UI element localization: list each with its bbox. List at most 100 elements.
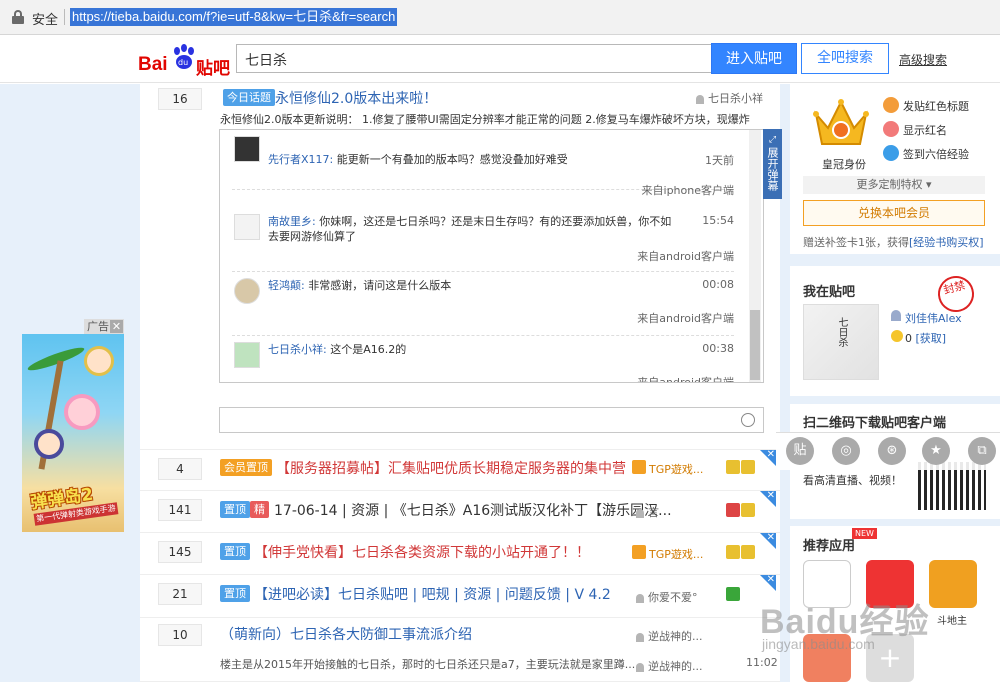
last-reply-author[interactable]: 逆战神的...	[636, 658, 703, 674]
app-label[interactable]: 斗地主	[937, 612, 967, 627]
thread-author[interactable]: 言	[636, 504, 659, 520]
thread-author[interactable]: 逆战神的...	[636, 628, 703, 644]
level-badge-icon	[726, 460, 740, 474]
pinned-tag: 置顶	[220, 543, 250, 560]
thread-title[interactable]: 【服务器招募帖】汇集贴吧优质长期稳定服务器的集中营	[276, 458, 626, 478]
reply-author[interactable]: 轻鸿颠:	[268, 279, 305, 292]
wechat-share-icon[interactable]: ◎	[832, 437, 860, 465]
user-icon	[636, 632, 644, 642]
reply-content: 能更新一个有叠加的版本吗？感觉没叠加好难受	[336, 153, 568, 166]
qr-description: 看高清直播、视频！	[803, 474, 902, 487]
crown-icon	[813, 99, 869, 145]
reply-author[interactable]: 先行者X117:	[268, 153, 333, 166]
thread-item: 141 置顶 精 17-06-14 | 资源 | 《七日杀》A16测试版汉化补丁…	[140, 490, 780, 533]
avatar[interactable]	[234, 278, 260, 304]
thread-title[interactable]: （萌新向）七日杀各大防御工事流派介绍	[220, 624, 472, 644]
user-icon	[891, 310, 901, 321]
reply-count: 16	[158, 88, 202, 110]
reply-text: 先行者X117: 能更新一个有叠加的版本吗？感觉没叠加好难受	[268, 152, 678, 167]
author-name: 言	[648, 506, 659, 519]
reply-item: 轻鸿颠: 非常感谢，请问这是什么版本 00:08 来自android客户端	[232, 272, 734, 336]
tieba-logo[interactable]: Bai du 贴吧	[138, 44, 230, 79]
avatar[interactable]	[234, 342, 260, 368]
thread-author[interactable]: TGP遊戏...	[649, 461, 703, 477]
thread-author[interactable]: 七日杀小祥	[696, 90, 763, 106]
author-name: 七日杀小祥	[708, 92, 763, 105]
reply-time: 15:54	[702, 214, 734, 227]
corner-close-icon[interactable]: ✕	[760, 532, 776, 549]
give-card-text: 赠送补签卡1张，获得[经验书购买权]	[803, 234, 984, 250]
corner-close-icon[interactable]: ✕	[760, 574, 776, 591]
more-permissions-button[interactable]: 更多定制特权 ▾	[803, 176, 985, 194]
perk-red-name: 显示红名	[903, 124, 947, 137]
thread-title[interactable]: 【进吧必读】七日杀贴吧 | 吧规 | 资源 | 问题反馈 | V 4.2	[254, 584, 611, 604]
buy-member-button[interactable]: 兑换本吧会员	[803, 200, 985, 226]
avatar[interactable]	[234, 214, 260, 240]
thread-title[interactable]: 永恒修仙2.0版本出来啦！	[275, 88, 437, 108]
tieba-share-icon[interactable]: 贴	[786, 437, 814, 465]
reply-input[interactable]	[219, 407, 764, 433]
reply-text: 七日杀小祥: 这个是A16.2的	[268, 342, 678, 357]
reply-author[interactable]: 七日杀小祥:	[268, 343, 327, 356]
reply-time: 00:38	[702, 342, 734, 355]
search-input[interactable]: 七日杀	[236, 44, 711, 73]
reply-source: 来自android客户端	[637, 376, 734, 383]
thread-title[interactable]: 【伸手党快看】七日杀各类资源下载的小站开通了！！	[254, 542, 590, 562]
thread-title[interactable]: 17-06-14 | 资源 | 《七日杀》A16测试版汉化补丁【游乐园汉...	[274, 500, 672, 520]
get-coin-link[interactable]: [获取]	[916, 332, 947, 345]
level-badge-icon	[741, 545, 755, 559]
avatar-text: 七日杀	[836, 317, 847, 347]
expand-danmaku-tab[interactable]: ⤢ 展开弹幕	[763, 129, 782, 199]
red-name-icon	[883, 121, 899, 137]
reply-item: 先行者X117: 能更新一个有叠加的版本吗？感觉没叠加好难受 1天前 来自iph…	[232, 130, 734, 197]
last-reply-time: 11:02	[746, 656, 778, 669]
perk-red-title: 发贴红色标题	[903, 100, 969, 113]
thread-item: 21 置顶 【进吧必读】七日杀贴吧 | 吧规 | 资源 | 问题反馈 | V 4…	[140, 574, 780, 618]
username-link[interactable]: 刘佳伟Alex	[905, 310, 962, 326]
thread-author[interactable]: TGP遊戏...	[649, 546, 703, 562]
logo-bai-text: Bai	[138, 54, 168, 75]
pinned-tag: 置顶	[220, 501, 250, 518]
popup-scrollbar[interactable]	[749, 130, 761, 382]
avatar[interactable]	[234, 136, 260, 162]
coin-value: 0	[905, 332, 912, 345]
smiley-icon[interactable]	[741, 413, 755, 427]
logo-tieba-text: 贴吧	[196, 59, 230, 79]
advanced-search-link[interactable]: 高级搜索	[899, 51, 947, 68]
thread-item: 4 会员置顶 【服务器招募帖】汇集贴吧优质长期稳定服务器的集中营 TGP遊戏..…	[140, 449, 780, 491]
share-label: 贴	[793, 443, 807, 458]
ad-close-icon[interactable]: ✕	[110, 320, 123, 333]
secure-label: 安全	[32, 13, 59, 28]
landlord-app-icon[interactable]	[929, 560, 977, 608]
level-badge-icon	[741, 460, 755, 474]
thread-author[interactable]: 你爱不爱°	[636, 589, 698, 605]
scrollbar-thumb[interactable]	[750, 310, 760, 380]
exp-book-link[interactable]: [经验书购买权]	[909, 236, 984, 249]
enter-bar-button[interactable]: 进入贴吧	[711, 43, 797, 74]
character-shape	[34, 429, 64, 459]
reply-item: 南故里乡: 你妹啊，这还是七日杀吗？还是末日生存吗？有的还要添加妖兽，你不如去要…	[232, 208, 734, 272]
url-field[interactable]: https://tieba.baidu.com/f?ie=utf-8&kw=七日…	[70, 8, 398, 26]
reply-time: 00:08	[702, 278, 734, 291]
star-favorite-icon[interactable]: ★	[922, 437, 950, 465]
copy-icon[interactable]: ⧉	[968, 437, 996, 465]
thread-item: 145 置顶 【伸手党快看】七日杀各类资源下载的小站开通了！！ TGP遊戏...…	[140, 532, 780, 575]
crown-label: 皇冠身份	[822, 158, 866, 171]
reply-content: 这个是A16.2的	[330, 343, 407, 356]
last-author-name: 逆战神的...	[648, 660, 703, 673]
info-badge-icon	[726, 587, 740, 601]
user-avatar[interactable]: 七日杀	[803, 304, 879, 380]
reply-author[interactable]: 南故里乡:	[268, 215, 316, 228]
reply-count: 10	[158, 624, 202, 646]
search-all-button[interactable]: 全吧搜索	[801, 43, 889, 74]
corner-close-icon[interactable]: ✕	[760, 449, 776, 466]
paw-icon: du	[174, 44, 194, 69]
more-permissions-label: 更多定制特权	[856, 178, 923, 191]
member-badge-icon	[632, 460, 646, 474]
weibo-share-icon[interactable]: ⊛	[878, 437, 906, 465]
reply-icon	[636, 662, 644, 672]
thread-snippet: 楼主是从2015年开始接触的七日杀，那时的七日杀还只是a7，主要玩法就是家里蹲.…	[220, 658, 636, 671]
recommended-apps-title: 推荐应用	[803, 539, 856, 554]
reply-content: 非常感谢，请问这是什么版本	[308, 279, 452, 292]
corner-close-icon[interactable]: ✕	[760, 490, 776, 507]
